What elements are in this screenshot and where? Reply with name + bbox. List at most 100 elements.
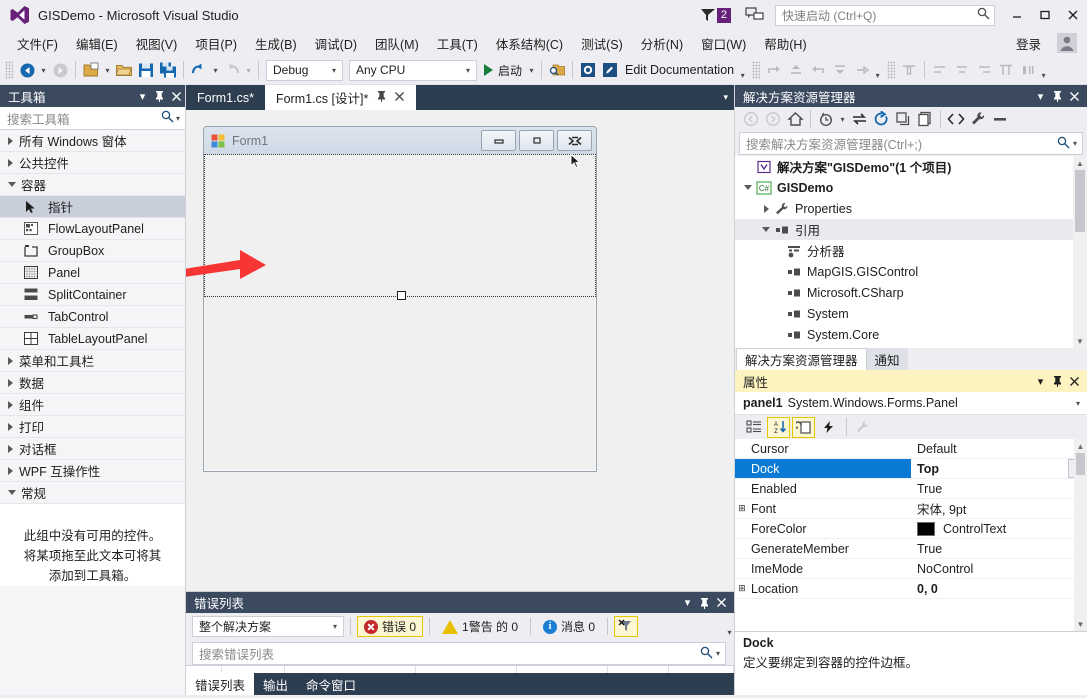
close-icon[interactable] bbox=[1066, 371, 1083, 391]
menu-item-team[interactable]: 团队(M) bbox=[366, 31, 428, 56]
close-icon[interactable] bbox=[1066, 86, 1083, 106]
quick-launch-input[interactable]: 快速启动 (Ctrl+Q) bbox=[775, 4, 995, 26]
tree-item-reference-system-data[interactable]: System.Data bbox=[735, 345, 1087, 348]
feedback-icon[interactable] bbox=[745, 6, 765, 24]
undo-icon[interactable] bbox=[188, 59, 210, 81]
minimize-button[interactable] bbox=[1003, 1, 1031, 29]
scroll-down-arrow-icon[interactable]: ▼ bbox=[1073, 334, 1087, 348]
solution-explorer-search-input[interactable]: 搜索解决方案资源管理器(Ctrl+;) ▾ bbox=[739, 132, 1083, 155]
toolbox-search-input[interactable]: 搜索工具箱 ▾ bbox=[0, 107, 185, 130]
account-icon[interactable] bbox=[1057, 33, 1077, 53]
document-tab-overflow[interactable]: ▾ bbox=[723, 85, 728, 110]
align-right-icon[interactable] bbox=[973, 59, 995, 81]
selected-panel-control[interactable] bbox=[204, 154, 596, 300]
toolbar-overflow-1[interactable]: ▾ bbox=[738, 58, 747, 82]
toolbox-item-flowlayoutpanel[interactable]: FlowLayoutPanel bbox=[0, 218, 185, 240]
sign-in-button[interactable]: 登录 bbox=[1008, 31, 1049, 56]
messages-filter-button[interactable]: i 消息 0 bbox=[537, 616, 601, 637]
align-tops-icon[interactable] bbox=[898, 59, 920, 81]
menu-item-file[interactable]: 文件(F) bbox=[8, 31, 67, 56]
tab-form1-cs-designer[interactable]: Form1.cs [设计]* bbox=[264, 85, 417, 110]
properties-grid[interactable]: Cursor Default Dock Top ▾ Enabled True bbox=[735, 439, 1087, 631]
toolbox-category-components[interactable]: 组件 bbox=[0, 394, 185, 416]
preview-selected-icon[interactable] bbox=[989, 108, 1011, 130]
tree-item-reference-microsoft-csharp[interactable]: Microsoft.CSharp bbox=[735, 282, 1087, 303]
pending-changes-icon[interactable] bbox=[815, 108, 837, 130]
chevron-down-icon[interactable] bbox=[741, 185, 755, 190]
toolbar-overflow-3[interactable]: ▾ bbox=[1039, 58, 1048, 82]
menu-item-analyze[interactable]: 分析(N) bbox=[632, 31, 692, 56]
toolbox-category-data[interactable]: 数据 bbox=[0, 372, 185, 394]
alphabetical-sort-icon[interactable]: AZ bbox=[767, 416, 790, 438]
layout-align-icon-2[interactable] bbox=[785, 59, 807, 81]
new-project-icon[interactable] bbox=[80, 59, 102, 81]
toolbox-item-groupbox[interactable]: GroupBox bbox=[0, 240, 185, 262]
error-scope-combo[interactable]: 整个解决方案 ▾ bbox=[192, 616, 344, 637]
property-value[interactable]: Default bbox=[911, 442, 1087, 456]
edit-documentation-button[interactable]: Edit Documentation bbox=[621, 63, 738, 77]
properties-scrollbar[interactable]: ▲ ▼ bbox=[1074, 439, 1087, 631]
tree-item-reference-system-core[interactable]: System.Core bbox=[735, 324, 1087, 345]
property-row-imemode[interactable]: ImeMode NoControl bbox=[735, 559, 1087, 579]
tab-form1-cs[interactable]: Form1.cs* bbox=[186, 85, 265, 110]
toolbar-grip-3[interactable] bbox=[887, 61, 896, 79]
bottom-tab-error-list[interactable]: 错误列表 bbox=[186, 673, 255, 695]
open-file-icon[interactable] bbox=[113, 59, 135, 81]
save-icon[interactable] bbox=[135, 59, 157, 81]
chevron-down-icon[interactable] bbox=[759, 227, 773, 232]
navigate-forward-icon[interactable] bbox=[49, 59, 71, 81]
solution-search-dropdown[interactable]: ▾ bbox=[1073, 139, 1077, 148]
tab-notifications[interactable]: 通知 bbox=[866, 348, 908, 370]
bottom-tab-command-window[interactable]: 命令窗口 bbox=[297, 673, 365, 695]
record-icon[interactable] bbox=[577, 59, 599, 81]
categorized-icon[interactable] bbox=[742, 417, 765, 438]
make-same-width-icon[interactable] bbox=[995, 59, 1017, 81]
properties-wrench-icon[interactable] bbox=[967, 108, 989, 130]
property-expander-plus[interactable]: ⊞ bbox=[735, 583, 749, 594]
toolbox-item-tablelayoutpanel[interactable]: TableLayoutPanel bbox=[0, 328, 185, 350]
back-icon[interactable] bbox=[740, 108, 762, 130]
property-row-generatemember[interactable]: GenerateMember True bbox=[735, 539, 1087, 559]
find-in-files-icon[interactable] bbox=[546, 59, 568, 81]
tree-item-properties[interactable]: Properties bbox=[735, 198, 1087, 219]
errors-filter-button[interactable]: 错误 0 bbox=[357, 616, 424, 637]
pending-changes-dropdown[interactable]: ▾ bbox=[837, 108, 848, 130]
home-icon[interactable] bbox=[784, 108, 806, 130]
scroll-up-arrow-icon[interactable]: ▲ bbox=[1074, 439, 1087, 453]
chevron-down-icon[interactable]: ▾ bbox=[134, 86, 151, 106]
close-icon[interactable] bbox=[394, 90, 405, 105]
menu-item-tools[interactable]: 工具(T) bbox=[428, 31, 487, 56]
error-list-search-input[interactable]: 搜索错误列表 ▾ bbox=[192, 642, 726, 665]
redo-dropdown[interactable]: ▾ bbox=[243, 59, 254, 81]
property-value[interactable]: NoControl bbox=[911, 562, 1087, 576]
layout-align-icon-5[interactable] bbox=[851, 59, 873, 81]
chevron-down-icon[interactable]: ▾ bbox=[1032, 371, 1049, 391]
scroll-up-arrow-icon[interactable]: ▲ bbox=[1073, 156, 1087, 170]
undo-dropdown[interactable]: ▾ bbox=[210, 59, 221, 81]
forward-icon[interactable] bbox=[762, 108, 784, 130]
tree-item-reference-mapgis[interactable]: MapGIS.GISControl bbox=[735, 261, 1087, 282]
toolbox-category-dialogs[interactable]: 对话框 bbox=[0, 438, 185, 460]
chevron-down-icon[interactable]: ▾ bbox=[1076, 399, 1080, 408]
new-project-dropdown[interactable]: ▾ bbox=[102, 59, 113, 81]
start-dropdown[interactable]: ▾ bbox=[526, 59, 537, 81]
bottom-tab-output[interactable]: 输出 bbox=[254, 673, 297, 695]
menu-item-edit[interactable]: 编辑(E) bbox=[67, 31, 127, 56]
property-pages-wrench-icon[interactable] bbox=[851, 417, 874, 438]
refresh-icon[interactable] bbox=[870, 108, 892, 130]
navigate-back-icon[interactable] bbox=[16, 59, 38, 81]
solution-explorer-scrollbar[interactable]: ▲ ▼ bbox=[1073, 156, 1087, 348]
clear-filter-button[interactable] bbox=[614, 616, 639, 637]
toolbox-item-splitcontainer[interactable]: SplitContainer bbox=[0, 284, 185, 306]
align-left-icon[interactable] bbox=[929, 59, 951, 81]
toolbox-item-pointer[interactable]: 指针 bbox=[0, 196, 185, 218]
notifications-area[interactable]: 2 bbox=[700, 7, 731, 23]
tree-item-project-gisdemo[interactable]: C# GISDemo bbox=[735, 177, 1087, 198]
tree-item-solution[interactable]: 解决方案"GISDemo"(1 个项目) bbox=[735, 156, 1087, 177]
pin-icon[interactable] bbox=[1049, 371, 1066, 391]
redo-icon[interactable] bbox=[221, 59, 243, 81]
layout-align-icon-3[interactable] bbox=[807, 59, 829, 81]
tree-item-analyzers[interactable]: 分析器 bbox=[735, 240, 1087, 261]
toolbox-category-all-windows-forms[interactable]: 所有 Windows 窗体 bbox=[0, 130, 185, 152]
property-expander-plus[interactable]: ⊞ bbox=[735, 503, 749, 514]
